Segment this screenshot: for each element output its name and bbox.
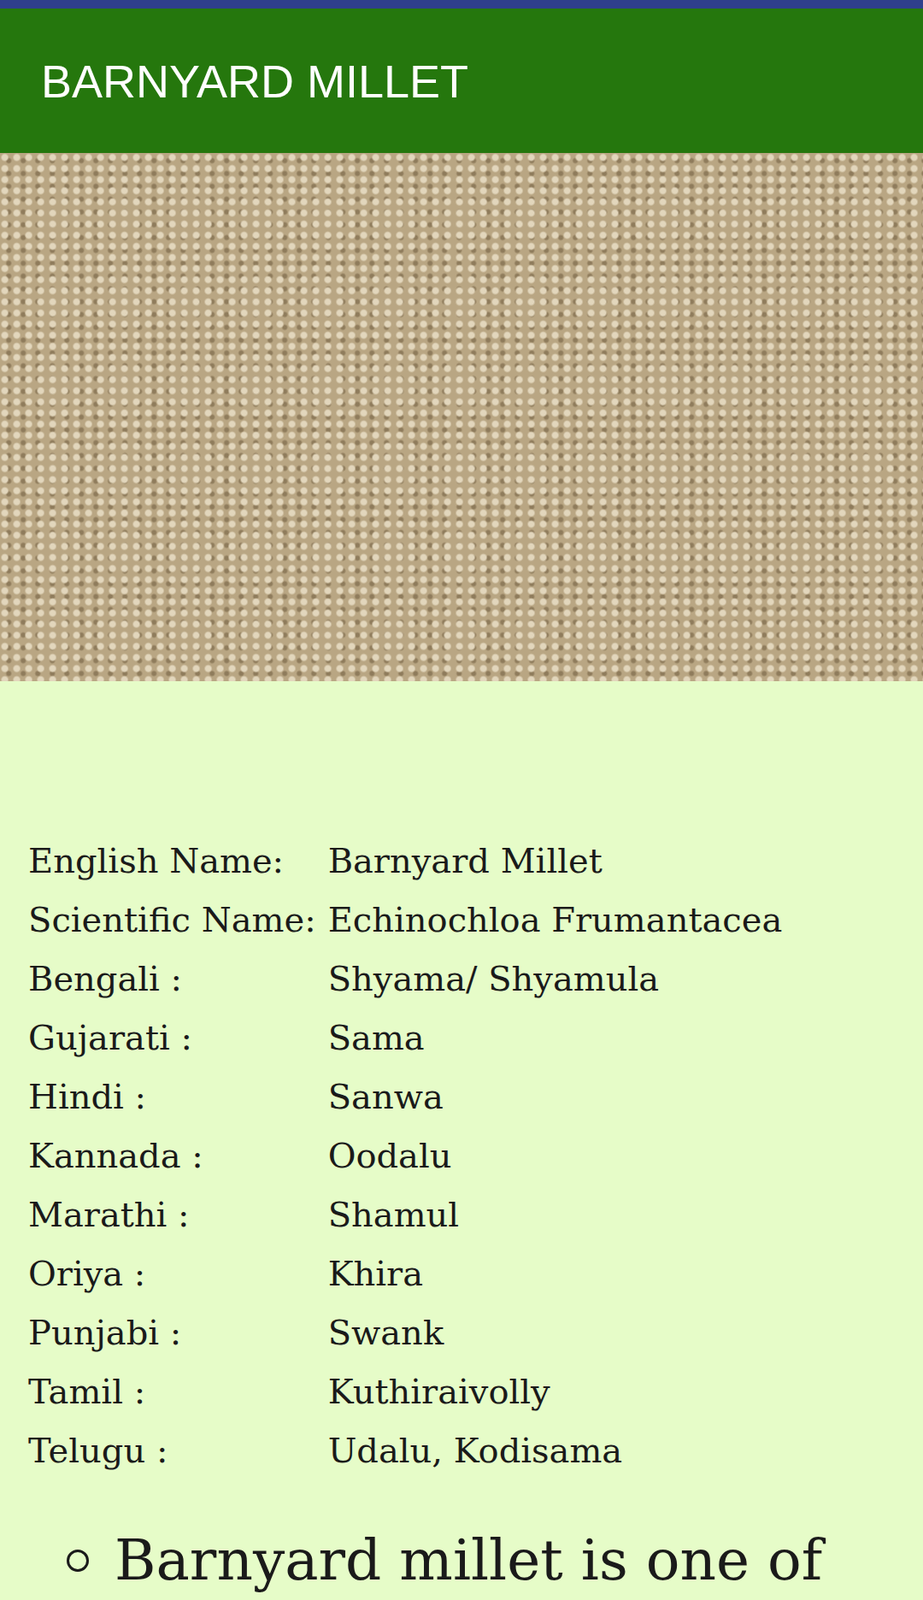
- name-value: Echinochloa Frumantacea: [328, 890, 923, 950]
- name-label: Oriya :: [28, 1244, 317, 1304]
- name-value: Sama: [328, 1008, 923, 1068]
- bullet-circle-icon: [66, 1549, 89, 1572]
- name-value: Kuthiraivolly: [328, 1362, 923, 1422]
- name-label: Bengali :: [28, 949, 317, 1009]
- names-table: English Name: Barnyard MilletScientific …: [28, 831, 923, 1481]
- name-value: Oodalu: [328, 1126, 923, 1186]
- content: English Name: Barnyard MilletScientific …: [0, 681, 923, 1595]
- name-value: Shamul: [328, 1185, 923, 1245]
- name-label: Marathi :: [28, 1185, 317, 1245]
- app-title: BARNYARD MILLET: [41, 54, 469, 108]
- name-label: Gujarati :: [28, 1008, 317, 1068]
- name-value: Swank: [328, 1303, 923, 1363]
- bullet-text: Barnyard millet is one of: [114, 1526, 823, 1595]
- name-label: Punjabi :: [28, 1303, 317, 1363]
- name-value: Sanwa: [328, 1067, 923, 1127]
- page: BARNYARD MILLET English Name: Barnyard M…: [0, 0, 923, 1600]
- name-value: Shyama/ Shyamula: [328, 949, 923, 1009]
- name-value: Barnyard Millet: [328, 831, 923, 891]
- status-strip: [0, 0, 923, 9]
- name-label: Tamil :: [28, 1362, 317, 1422]
- name-label: Hindi :: [28, 1067, 317, 1127]
- bullet-list: Barnyard millet is one of: [28, 1526, 923, 1595]
- name-label: Kannada :: [28, 1126, 317, 1186]
- bullet-item: Barnyard millet is one of: [66, 1526, 923, 1595]
- millet-photo: [0, 152, 923, 682]
- name-label: Telugu :: [28, 1421, 317, 1481]
- name-label: Scientific Name:: [28, 890, 317, 950]
- name-value: Udalu, Kodisama: [328, 1421, 923, 1481]
- name-value: Khira: [328, 1244, 923, 1304]
- app-bar: BARNYARD MILLET: [0, 8, 923, 153]
- name-label: English Name:: [28, 831, 317, 891]
